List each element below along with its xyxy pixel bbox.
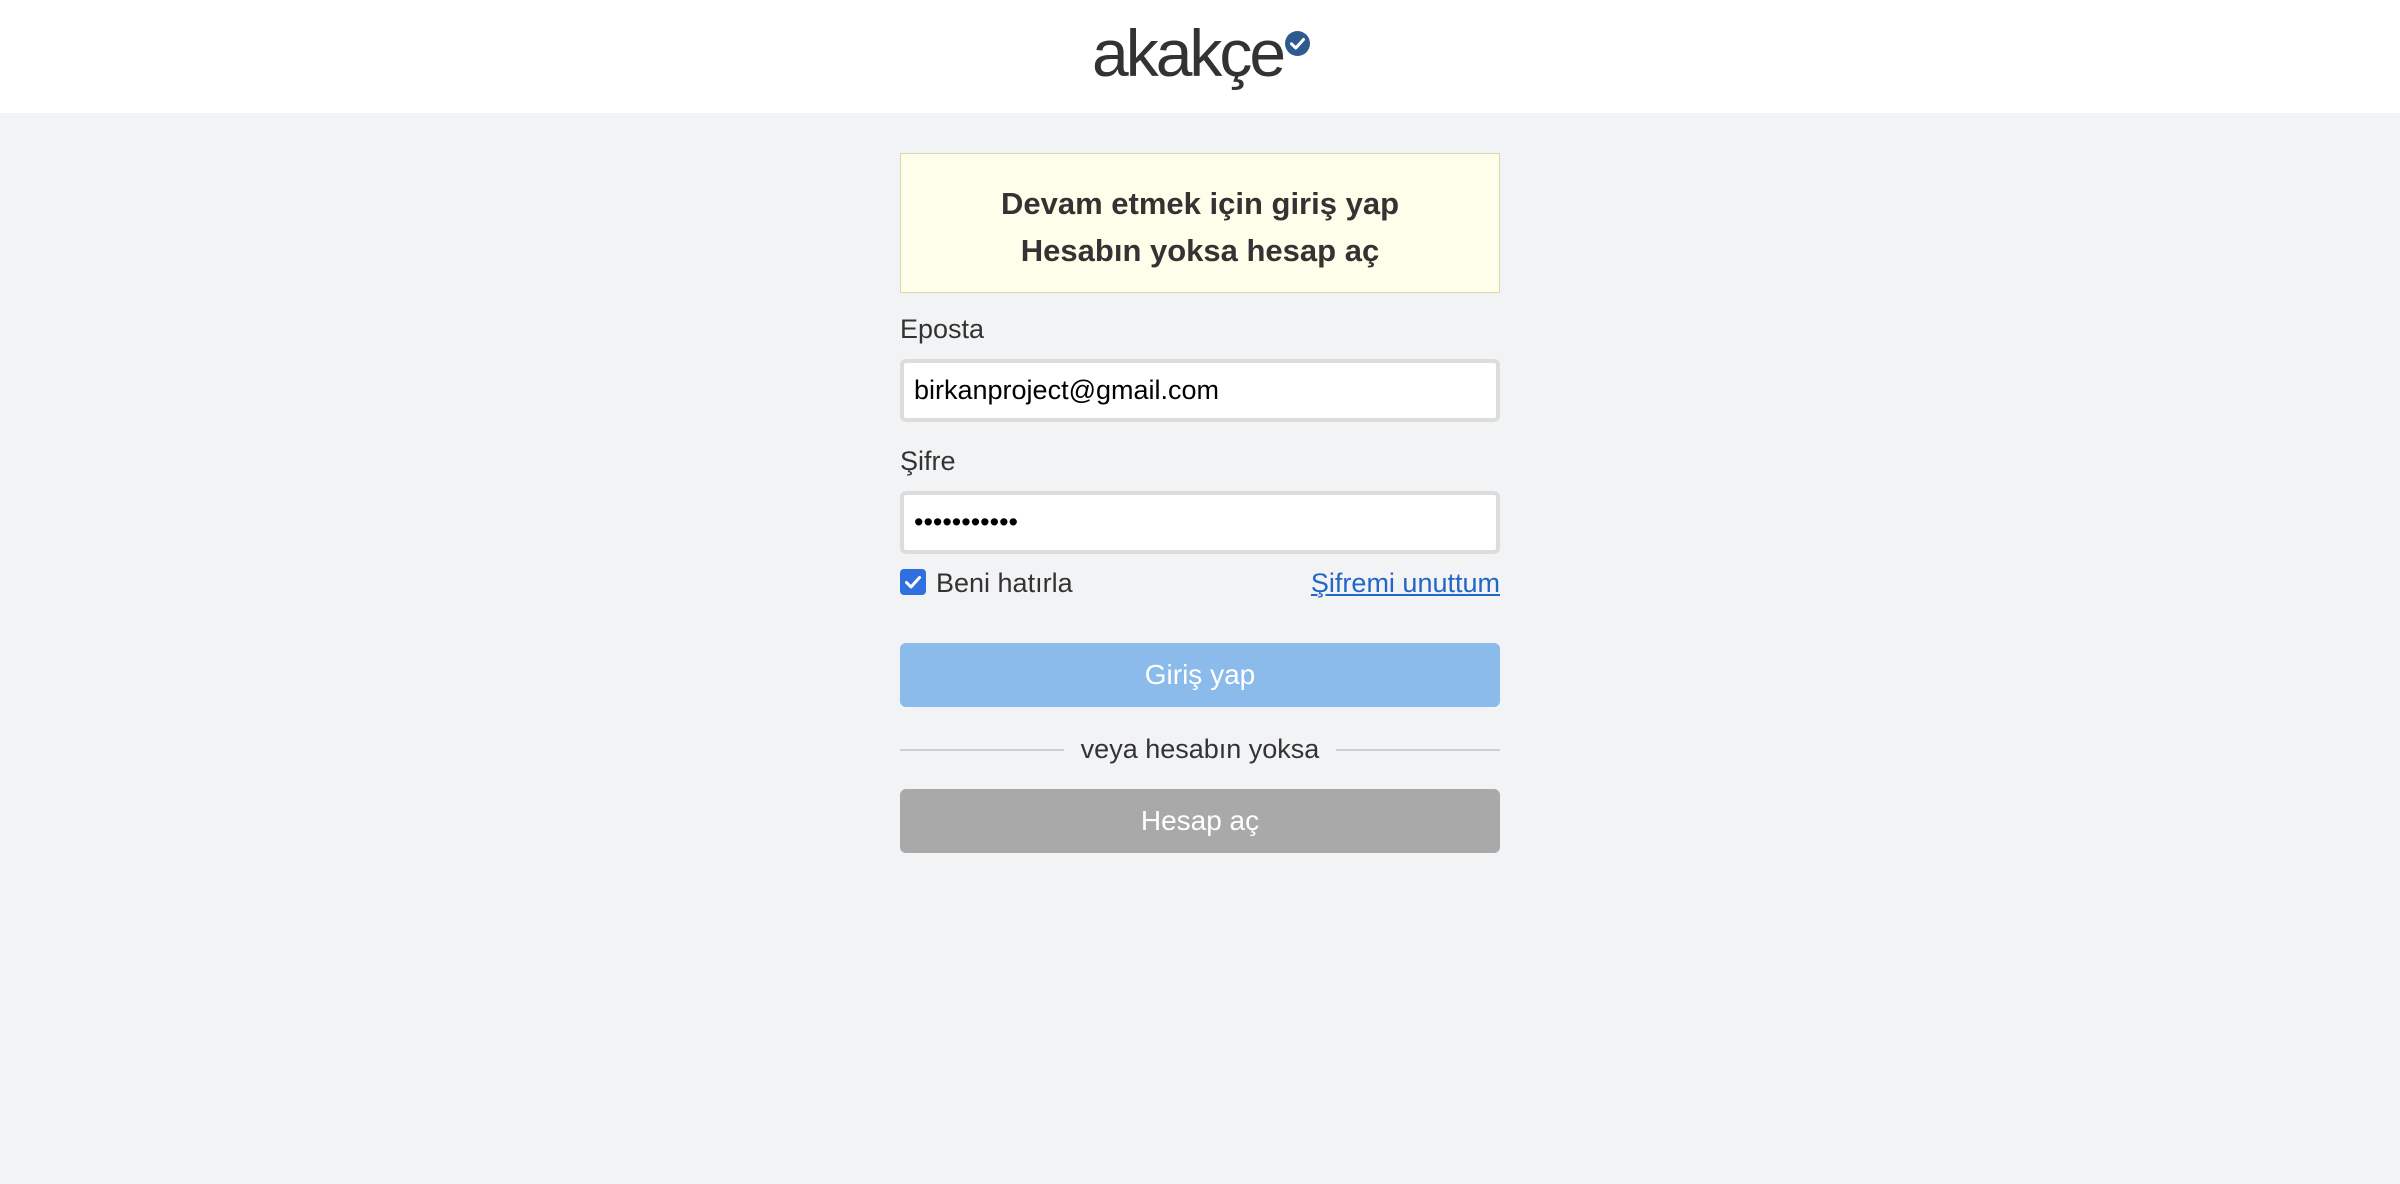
or-divider: veya hesabın yoksa <box>900 731 1500 767</box>
site-header: akakçe <box>0 0 2400 113</box>
checkmark-icon <box>905 576 921 589</box>
akakce-logo[interactable]: akakçe <box>1092 16 1311 90</box>
divider-text: veya hesabın yoksa <box>1080 734 1320 764</box>
password-field[interactable] <box>900 491 1500 554</box>
email-field[interactable] <box>900 359 1500 422</box>
login-button[interactable]: Giriş yap <box>900 643 1500 707</box>
email-label: Eposta <box>900 314 985 344</box>
remember-me-checkbox[interactable] <box>900 569 926 595</box>
logo-text: akakçe <box>1092 16 1286 90</box>
forgot-password-link[interactable]: Şifremi unuttum <box>1311 567 1500 599</box>
login-notice: Devam etmek için giriş yap Hesabın yoksa… <box>900 153 1500 293</box>
remember-me-label[interactable]: Beni hatırla <box>936 567 1073 599</box>
notice-line-register: Hesabın yoksa hesap aç <box>1020 233 1380 268</box>
verified-badge-icon <box>1285 31 1311 56</box>
register-button[interactable]: Hesap aç <box>900 789 1500 853</box>
notice-line-login: Devam etmek için giriş yap <box>1000 186 1400 221</box>
login-panel: Devam etmek için giriş yap Hesabın yoksa… <box>900 153 1500 853</box>
remember-row: Beni hatırla Şifremi unuttum <box>900 567 1500 603</box>
password-label: Şifre <box>900 446 956 476</box>
